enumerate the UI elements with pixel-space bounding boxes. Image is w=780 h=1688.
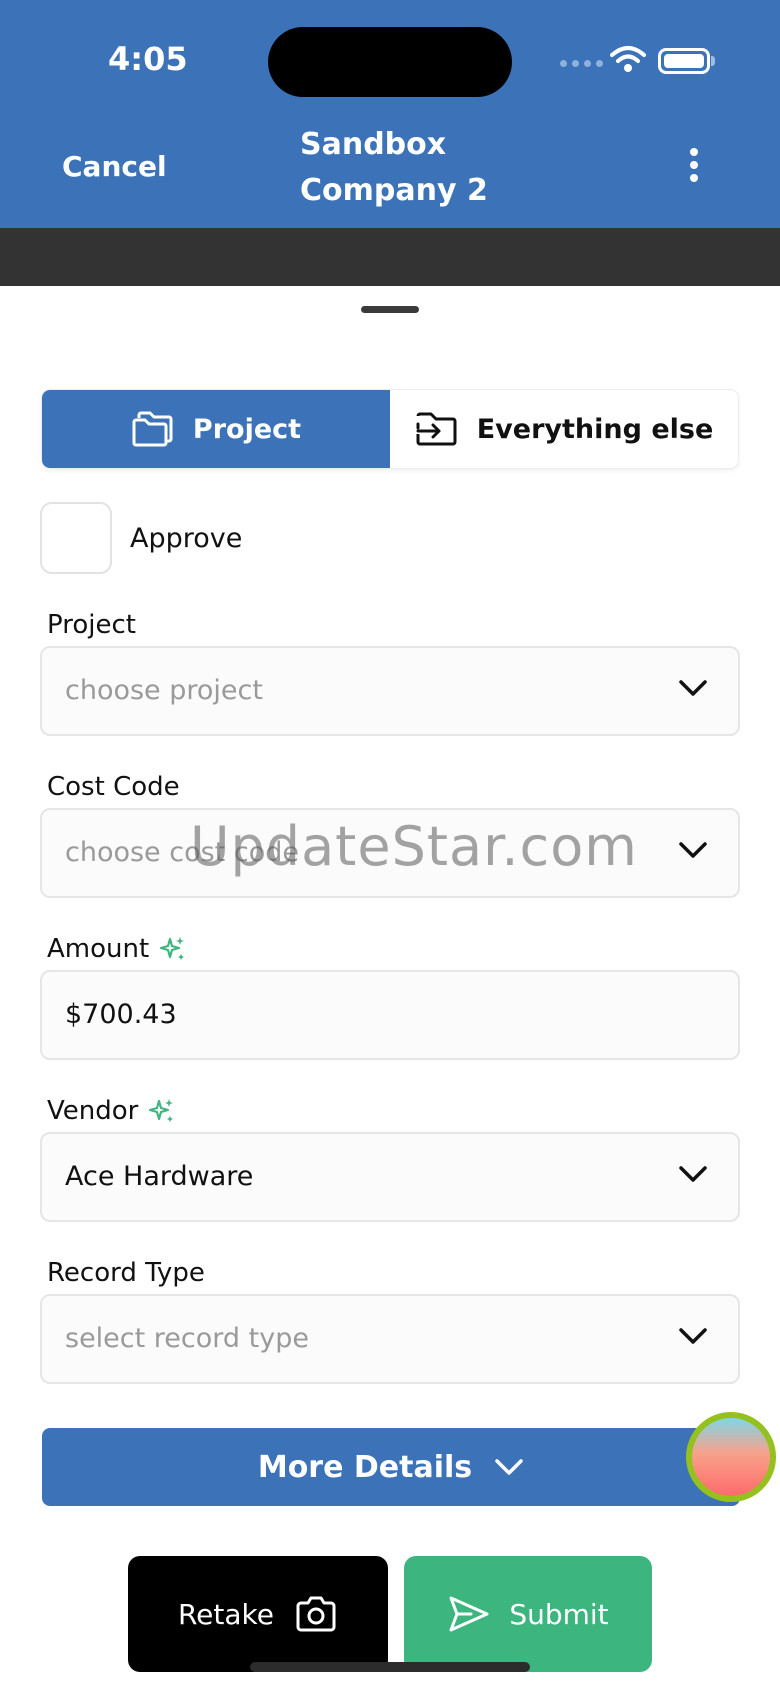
cancel-button[interactable]: Cancel [62,150,167,183]
amount-label: Amount [47,934,187,964]
cost-code-label: Cost Code [47,772,180,802]
tab-everything-else-label: Everything else [476,413,714,445]
page-title: Sandbox Company 2 [300,122,488,214]
vendor-select[interactable]: Ace Hardware [40,1132,740,1222]
tab-project-label: Project [192,413,302,445]
chevron-down-icon [679,1166,707,1182]
sheet-grabber[interactable] [361,306,419,313]
record-type-select[interactable]: select record type [40,1294,740,1384]
retake-button[interactable]: Retake [128,1556,388,1672]
chevron-down-icon [679,680,707,696]
dynamic-island [268,27,512,97]
vendor-label-text: Vendor [47,1096,139,1126]
amount-value: $700.43 [65,999,177,1030]
backdrop-strip [0,228,780,286]
cost-code-label-text: Cost Code [47,772,180,802]
project-select[interactable]: choose project [40,646,740,736]
folder-arrow-icon [416,412,457,446]
amount-field[interactable]: $700.43 [40,970,740,1060]
watermark: UpdateStar.com [190,815,638,878]
sparkle-icon [149,1099,174,1122]
retake-label: Retake [177,1597,274,1631]
vendor-label: Vendor [47,1096,176,1126]
chevron-down-icon [679,842,707,858]
project-placeholder: choose project [65,675,263,706]
more-details-label: More Details [257,1449,473,1485]
title-line-1: Sandbox [300,127,447,162]
approve-row: Approve [40,502,242,574]
cellular-signal-icon [560,60,603,67]
chevron-down-icon [495,1459,523,1475]
amount-label-text: Amount [47,934,150,964]
status-time: 4:05 [108,40,188,78]
battery-icon [658,48,710,74]
app-header: 4:05 Cancel Sandbox Company 2 [0,0,780,228]
assistant-floating-button[interactable] [686,1412,776,1502]
approve-checkbox[interactable] [40,502,112,574]
submit-label: Submit [509,1597,609,1631]
approve-label: Approve [130,522,243,554]
chevron-down-icon [679,1328,707,1344]
category-segmented-control: Project Everything else [42,390,738,468]
vendor-value: Ace Hardware [65,1161,254,1192]
project-label: Project [47,610,136,640]
battery-tip [711,56,715,66]
send-icon [449,1596,489,1632]
record-type-placeholder: select record type [65,1323,309,1354]
title-line-2: Company 2 [300,173,488,208]
project-label-text: Project [47,610,136,640]
record-type-label-text: Record Type [47,1258,205,1288]
submit-button[interactable]: Submit [404,1556,652,1672]
camera-icon [296,1596,336,1632]
sparkle-icon [160,937,185,960]
more-details-button[interactable]: More Details [42,1428,740,1506]
home-indicator [250,1662,530,1672]
folder-icon [132,411,173,447]
more-options-icon[interactable] [686,148,702,186]
record-type-label: Record Type [47,1258,205,1288]
tab-everything-else[interactable]: Everything else [390,390,738,468]
tab-project[interactable]: Project [42,390,390,468]
wifi-icon [610,46,646,72]
